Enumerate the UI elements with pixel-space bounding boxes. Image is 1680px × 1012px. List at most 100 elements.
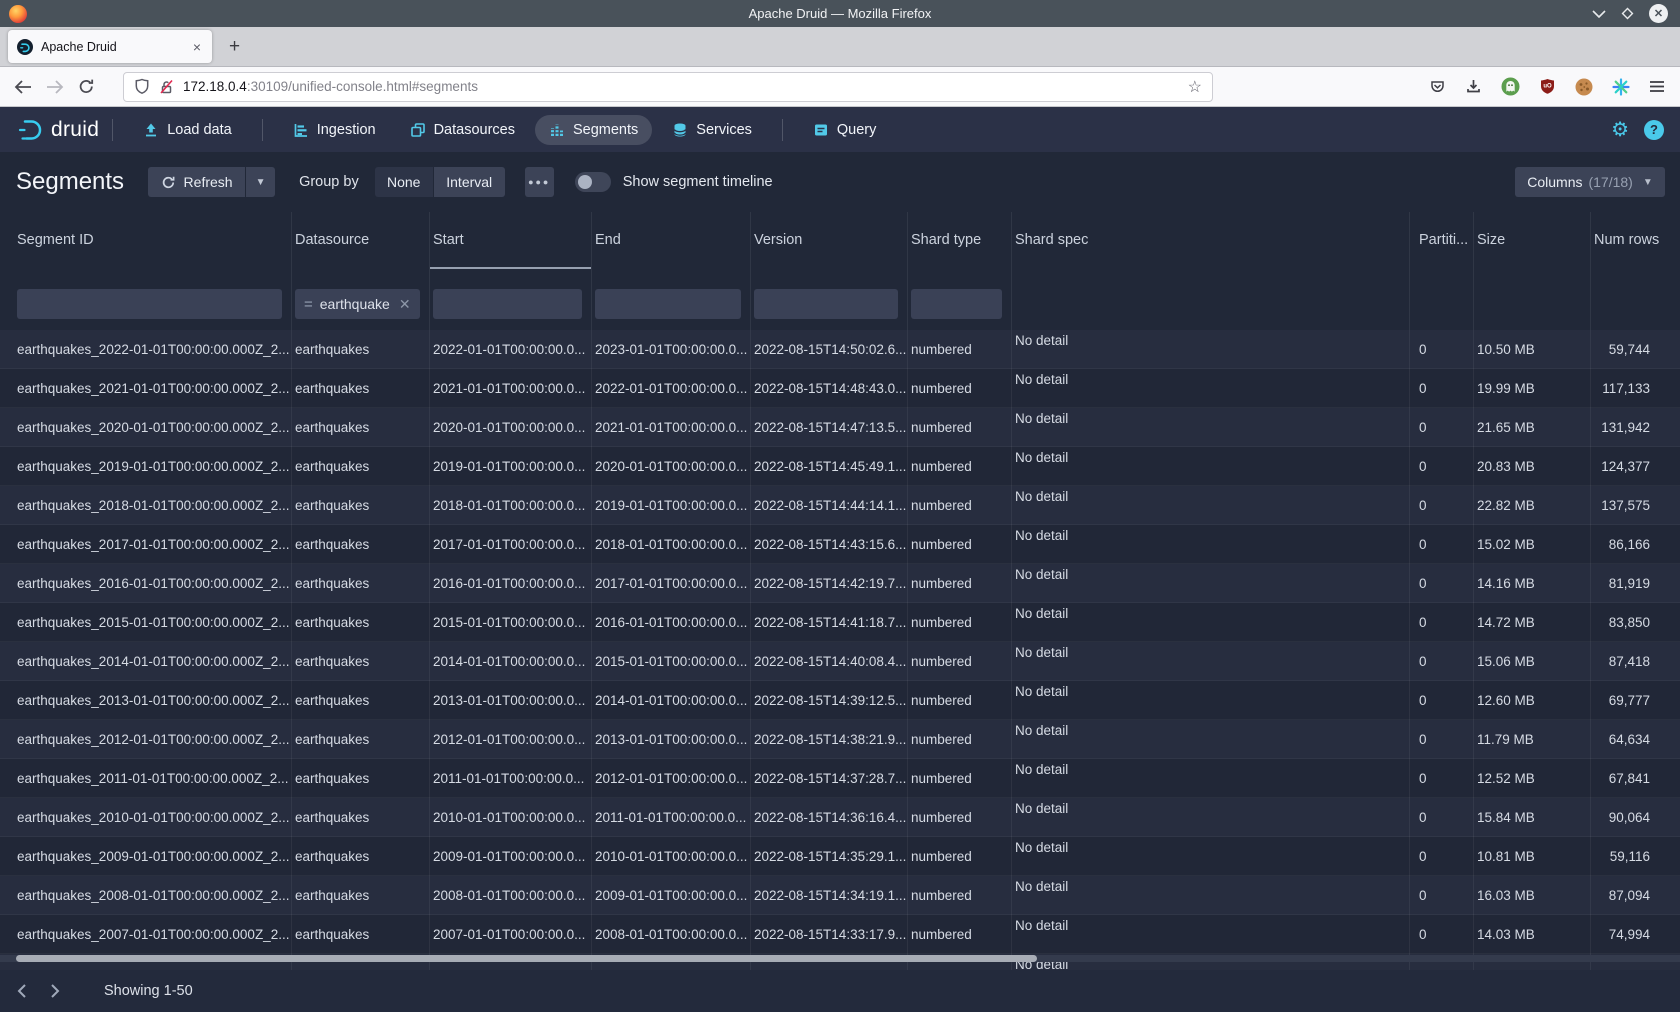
nav-item-label: Ingestion [317, 122, 376, 138]
next-page-icon[interactable] [42, 978, 68, 1004]
column-header-end[interactable]: End [592, 212, 751, 269]
asterisk-extension-icon[interactable] [1612, 78, 1630, 96]
browser-toolbar: 172.18.0.4:30109/unified-console.html#se… [0, 67, 1680, 107]
downloads-icon[interactable] [1465, 78, 1482, 95]
nav-item-datasources[interactable]: Datasources [396, 115, 529, 145]
cell-shard-spec: No detail [1012, 603, 1410, 642]
more-options-button[interactable]: ●●● [525, 167, 554, 197]
table-row[interactable]: earthquakes_2019-01-01T00:00:00.000Z_2..… [0, 447, 1680, 486]
new-tab-button[interactable]: + [229, 37, 240, 56]
nav-item-segments[interactable]: Segments [535, 115, 652, 145]
cell-version: 2022-08-15T14:33:17.9... [751, 915, 908, 954]
column-header-version[interactable]: Version [751, 212, 908, 269]
table-row[interactable]: earthquakes_2018-01-01T00:00:00.000Z_2..… [0, 486, 1680, 525]
table-row[interactable]: earthquakes_2008-01-01T00:00:00.000Z_2..… [0, 876, 1680, 915]
window-minimize-icon[interactable] [1592, 10, 1606, 18]
table-row[interactable]: earthquakes_2011-01-01T00:00:00.000Z_2..… [0, 759, 1680, 798]
cell-shard-type: numbered [908, 915, 1012, 954]
forward-icon[interactable] [46, 80, 64, 94]
table-row[interactable]: earthquakes_2007-01-01T00:00:00.000Z_2..… [0, 915, 1680, 954]
shard-type-filter-input[interactable] [911, 289, 1002, 319]
table-row[interactable]: earthquakes_2012-01-01T00:00:00.000Z_2..… [0, 720, 1680, 759]
end-filter-input[interactable] [595, 289, 741, 319]
ublock-extension-icon[interactable]: uO [1539, 78, 1556, 96]
horizontal-scrollbar-thumb[interactable] [16, 955, 1037, 962]
segment-id-filter-input[interactable] [17, 289, 282, 319]
table-row[interactable]: earthquakes_2013-01-01T00:00:00.000Z_2..… [0, 681, 1680, 720]
nav-item-load-data[interactable]: Load data [129, 115, 246, 145]
refresh-dropdown-button[interactable]: ▼ [246, 167, 275, 197]
nav-divider [262, 119, 263, 141]
reload-icon[interactable] [78, 78, 95, 95]
column-header-partition[interactable]: Partiti... [1410, 212, 1474, 269]
previous-page-icon[interactable] [8, 978, 34, 1004]
table-row[interactable]: earthquakes_2014-01-01T00:00:00.000Z_2..… [0, 642, 1680, 681]
window-maximize-icon[interactable] [1621, 7, 1634, 20]
cell-start: 2009-01-01T00:00:00.0... [430, 837, 592, 876]
menu-hamburger-icon[interactable] [1649, 80, 1665, 93]
cell-version: 2022-08-15T14:47:13.5... [751, 408, 908, 447]
bookmark-star-icon[interactable]: ☆ [1188, 77, 1202, 97]
pocket-icon[interactable] [1429, 79, 1446, 95]
druid-logo[interactable]: druid [16, 117, 99, 143]
segment-timeline-toggle[interactable] [575, 172, 611, 192]
version-filter-input[interactable] [754, 289, 898, 319]
ghostery-extension-icon[interactable] [1501, 77, 1520, 96]
insecure-lock-icon[interactable] [159, 79, 174, 95]
browser-tab[interactable]: Apache Druid × [8, 30, 212, 63]
tab-close-icon[interactable]: × [191, 39, 203, 55]
cell-start: 2008-01-01T00:00:00.0... [430, 876, 592, 915]
back-icon[interactable] [14, 80, 32, 94]
url-text[interactable]: 172.18.0.4:30109/unified-console.html#se… [183, 79, 1188, 94]
tracking-protection-shield-icon[interactable] [134, 78, 150, 95]
cell-num-rows: 131,942 [1591, 408, 1680, 447]
start-filter-input[interactable] [433, 289, 582, 319]
table-row[interactable]: earthquakes_2015-01-01T00:00:00.000Z_2..… [0, 603, 1680, 642]
table-row[interactable]: earthquakes_2021-01-01T00:00:00.000Z_2..… [0, 369, 1680, 408]
column-header-shard-spec[interactable]: Shard spec [1012, 212, 1410, 269]
help-icon[interactable]: ? [1644, 120, 1664, 140]
filter-equals-icon: = [304, 296, 313, 313]
cell-end: 2015-01-01T00:00:00.0... [592, 642, 751, 681]
group-by-interval-button[interactable]: Interval [434, 167, 505, 197]
column-header-start[interactable]: Start [430, 212, 592, 269]
services-icon [672, 122, 688, 138]
url-bar[interactable]: 172.18.0.4:30109/unified-console.html#se… [123, 72, 1213, 102]
cell-partition: 0 [1410, 564, 1474, 603]
group-by-none-button[interactable]: None [375, 167, 433, 197]
column-header-size[interactable]: Size [1474, 212, 1591, 269]
horizontal-scrollbar-track[interactable] [0, 955, 1680, 962]
settings-gear-icon[interactable]: ⚙ [1611, 120, 1629, 140]
nav-item-label: Segments [573, 122, 638, 138]
cell-shard-spec: No detail [1012, 447, 1410, 486]
refresh-button[interactable]: Refresh [148, 167, 245, 197]
column-header-segment-id[interactable]: Segment ID [14, 212, 292, 269]
cell-version: 2022-08-15T14:48:43.0... [751, 369, 908, 408]
nav-item-query[interactable]: Query [799, 115, 891, 145]
column-header-num-rows[interactable]: Num rows [1591, 212, 1680, 269]
table-row[interactable]: earthquakes_2020-01-01T00:00:00.000Z_2..… [0, 408, 1680, 447]
nav-item-ingestion[interactable]: Ingestion [279, 115, 390, 145]
firefox-icon [9, 5, 27, 23]
cell-num-rows: 86,166 [1591, 525, 1680, 564]
cell-shard-spec: No detail [1012, 915, 1410, 954]
cell-partition: 0 [1410, 642, 1474, 681]
table-row[interactable]: earthquakes_2022-01-01T00:00:00.000Z_2..… [0, 330, 1680, 369]
table-row[interactable]: earthquakes_2010-01-01T00:00:00.000Z_2..… [0, 798, 1680, 837]
datasource-filter-input[interactable]: = earthquake ✕ [295, 289, 420, 319]
cell-partition: 0 [1410, 447, 1474, 486]
window-close-icon[interactable]: ✕ [1649, 4, 1668, 23]
column-header-datasource[interactable]: Datasource [292, 212, 430, 269]
tab-strip: Apache Druid × + [0, 27, 1680, 67]
cell-shard-type: numbered [908, 876, 1012, 915]
column-header-shard-type[interactable]: Shard type [908, 212, 1012, 269]
table-row[interactable]: earthquakes_2017-01-01T00:00:00.000Z_2..… [0, 525, 1680, 564]
cookie-extension-icon[interactable] [1575, 78, 1593, 96]
table-row[interactable]: earthquakes_2009-01-01T00:00:00.000Z_2..… [0, 837, 1680, 876]
cell-end: 2012-01-01T00:00:00.0... [592, 759, 751, 798]
filter-remove-icon[interactable]: ✕ [399, 296, 411, 313]
nav-item-services[interactable]: Services [658, 115, 766, 145]
table-row[interactable]: earthquakes_2016-01-01T00:00:00.000Z_2..… [0, 564, 1680, 603]
cell-shard-type: numbered [908, 408, 1012, 447]
columns-button[interactable]: Columns (17/18) ▼ [1515, 167, 1665, 197]
